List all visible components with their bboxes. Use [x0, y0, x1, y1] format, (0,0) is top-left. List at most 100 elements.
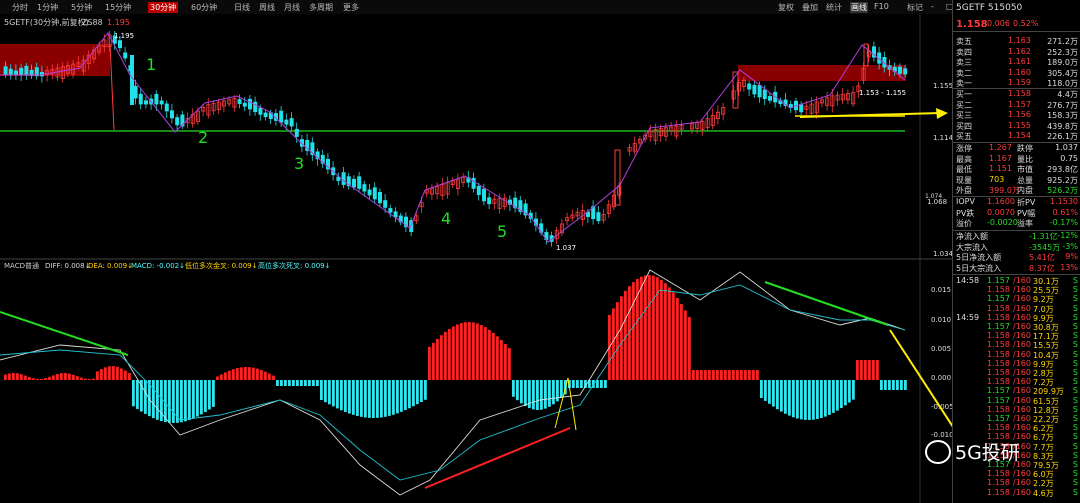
macd-diff: DIFF: 0.008↓	[45, 262, 90, 270]
macd-bar	[580, 380, 583, 388]
tick-row-23: 1.158/160 4.6万 S	[953, 488, 1080, 499]
macd-bar	[276, 380, 279, 386]
flow-pct: 9%	[1065, 252, 1078, 261]
period-tab-4[interactable]: 30分钟	[148, 2, 179, 13]
tick-side: S	[1072, 460, 1078, 469]
bid-price: 1.158	[1008, 89, 1031, 98]
toolbar-button-1[interactable]: 叠加	[802, 2, 818, 13]
ask-row-2: 卖三 1.161 189.0万	[953, 57, 1080, 68]
toolbar-button-2[interactable]: 统计	[826, 2, 842, 13]
flow-label: 大宗流入	[956, 242, 988, 252]
toolbar-button-0[interactable]: 复权	[778, 2, 794, 13]
stat-label: 量比	[1017, 154, 1033, 164]
tick-index: /160	[1013, 377, 1031, 387]
period-tab-5[interactable]: 60分钟	[191, 2, 217, 13]
macd-bar	[524, 380, 527, 407]
macd-bar	[664, 283, 667, 380]
macd-bar	[244, 367, 247, 380]
candle-body	[393, 211, 398, 218]
macd-bar	[828, 380, 831, 415]
macd-bar	[448, 328, 451, 380]
candle-body	[747, 83, 752, 90]
period-tab-10[interactable]: 更多	[343, 2, 359, 13]
period-tab-7[interactable]: 周线	[259, 2, 275, 13]
macd-bar	[328, 380, 331, 405]
period-tab-3[interactable]: 15分钟	[105, 2, 131, 13]
macd-bar	[816, 380, 819, 420]
flow-row-0: 净流入额 -1.31亿 -12%	[953, 231, 1080, 242]
period-tab-9[interactable]: 多周期	[309, 2, 333, 13]
macd-bar	[32, 378, 35, 380]
candle-body	[247, 98, 252, 110]
stat-value: 399.0万	[989, 186, 1020, 195]
toolbar-button-4[interactable]: F10	[874, 2, 889, 11]
macd-bar	[292, 380, 295, 386]
macd-bar	[488, 329, 491, 380]
macd-bar	[112, 366, 115, 380]
macd-bar	[132, 380, 135, 407]
candle-body	[481, 188, 486, 202]
ask-price: 1.161	[1008, 57, 1031, 66]
bid-label: 买一	[956, 90, 972, 99]
candle-body	[757, 85, 762, 98]
period-tab-1[interactable]: 1分钟	[37, 2, 58, 13]
tick-index: /160	[1013, 331, 1031, 341]
tick-index: /160	[1013, 423, 1031, 433]
candle-body	[762, 89, 767, 100]
macd-bar	[320, 380, 323, 400]
period-tab-2[interactable]: 5分钟	[71, 2, 92, 13]
period-tab-8[interactable]: 月线	[284, 2, 300, 13]
macd-bar	[172, 380, 175, 423]
ask-price: 1.159	[1008, 78, 1031, 87]
macd-bar	[404, 380, 407, 411]
macd-bar	[100, 369, 103, 380]
iopv-label: 折PV	[1017, 198, 1036, 207]
candle-body	[476, 185, 481, 196]
toolbar-button-3[interactable]: 画线	[850, 2, 868, 13]
macd-axis-1: 0.010	[931, 316, 951, 324]
macd-bar	[84, 378, 87, 380]
stat-label: 总量	[1017, 175, 1033, 185]
macd-bar	[700, 370, 703, 380]
tick-side: S	[1072, 441, 1078, 451]
macd-bar	[36, 378, 39, 380]
wave-label-5: 5	[497, 222, 507, 241]
period-tab-0[interactable]: 分时	[12, 2, 28, 13]
macd-bar	[612, 308, 615, 380]
kline-chart[interactable]: 5GETF(30分钟,前复权)ZS88 1.195 1 2 3 4 5 1.195 1.037 1…	[0, 14, 952, 503]
ask-row-3: 卖二 1.160 305.4万	[953, 68, 1080, 79]
stat-label: 内盘	[1017, 186, 1033, 195]
macd-bar	[184, 380, 187, 422]
macd-bar	[472, 322, 475, 380]
macd-bar	[344, 380, 347, 412]
flow-value: -1.31亿	[1029, 232, 1058, 241]
tick-side: S	[1072, 312, 1078, 322]
macd-bar	[872, 360, 875, 380]
macd-bar	[724, 370, 727, 380]
macd-bar	[576, 380, 579, 388]
toolbar-button-5[interactable]: 标记	[907, 2, 923, 13]
macd-bar	[368, 380, 371, 418]
macd-bar	[220, 374, 223, 380]
tick-side: S	[1072, 395, 1078, 405]
macd-bar	[620, 296, 623, 380]
bid-row-1: 买二 1.157 276.7万	[953, 100, 1080, 111]
macd-bar	[504, 344, 507, 380]
tick-price: 1.158	[987, 349, 1010, 359]
wave-label-4: 4	[441, 209, 451, 228]
toolbar-button-6[interactable]: -	[931, 2, 934, 11]
tick-price: 1.158	[987, 331, 1010, 341]
macd-bar	[720, 370, 723, 380]
macd-bar	[836, 380, 839, 411]
stat-label: 最高	[956, 154, 972, 164]
macd-bar	[596, 380, 599, 388]
period-tab-6[interactable]: 日线	[234, 2, 250, 13]
candle-body	[154, 93, 159, 105]
sep-ticks	[953, 274, 1080, 275]
macd-bar	[80, 377, 83, 380]
title-value: 1.195	[107, 18, 130, 27]
macd-bar	[784, 380, 787, 414]
macd-axis-0: 0.015	[931, 286, 951, 294]
price-change: 0.006	[987, 19, 1010, 28]
bid-price: 1.155	[1008, 120, 1031, 130]
